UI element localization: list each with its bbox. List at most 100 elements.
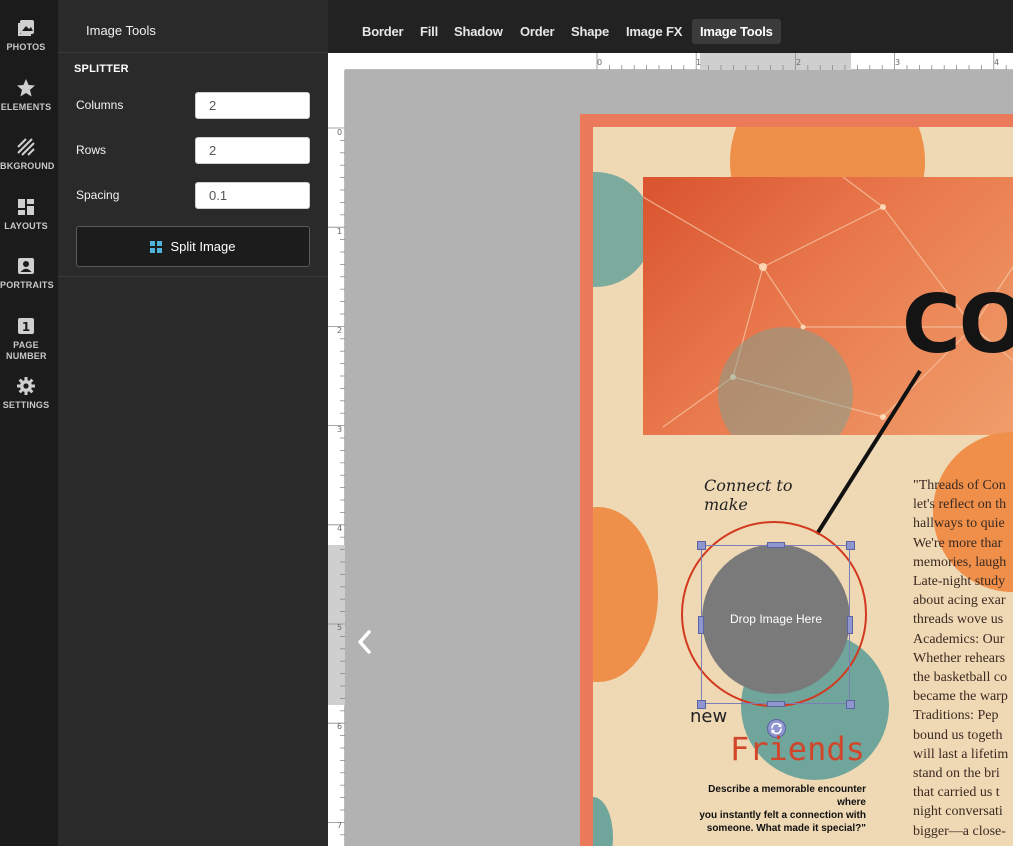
rail-label-layouts: LAYOUTS	[4, 221, 48, 231]
splitter-section-title: SPLITTER	[74, 63, 129, 75]
new-text[interactable]: new	[690, 706, 727, 727]
body-text-line: stand on the bri	[913, 766, 1000, 782]
columns-label: Columns	[76, 98, 124, 112]
tab-shadow[interactable]: Shadow	[446, 19, 511, 44]
rail-item-elements[interactable]: ELEMENTS	[0, 78, 52, 113]
star-icon	[17, 79, 35, 97]
body-text-line: night conversati	[913, 804, 1003, 820]
page-number-icon: 1	[18, 318, 34, 334]
svg-text:1: 1	[22, 320, 30, 334]
caption-line: Describe a memorable encounter where	[708, 784, 866, 808]
body-text-line: "Threads of Con	[913, 478, 1006, 493]
connect-text-line-2[interactable]: make	[704, 496, 748, 514]
body-text-line: Late-night study	[913, 574, 1006, 590]
decor-circle	[593, 797, 613, 846]
ruler-top-label: 3	[895, 58, 901, 67]
rail-label-page-number: PAGE NUMBER	[6, 340, 47, 361]
body-text-line: We're more thar	[913, 535, 1003, 551]
rail-label-elements: ELEMENTS	[0, 102, 52, 112]
ruler-top-label: 2	[796, 58, 802, 67]
top-toolbar: Border Fill Shadow Order Shape Image FX …	[328, 0, 1013, 53]
ruler-left-label: 6	[337, 722, 343, 731]
rail-item-page-number[interactable]: 1 PAGE NUMBER	[0, 316, 52, 362]
hero-title[interactable]: CO	[902, 285, 1013, 365]
body-text-line: hallways to quie	[913, 516, 1005, 532]
body-text-line: that carried us t	[913, 785, 1000, 801]
body-text-line: about acing exar	[913, 593, 1006, 609]
spacing-input[interactable]	[195, 182, 310, 209]
grid-icon	[150, 240, 163, 253]
tab-image-tools[interactable]: Image Tools	[692, 19, 781, 44]
rows-label: Rows	[76, 143, 107, 157]
tab-fill[interactable]: Fill	[412, 19, 446, 44]
body-text-block[interactable]: "Threads of Con let's reflect on th hallwa…	[913, 476, 1013, 841]
body-text-line: bound us togeth	[913, 727, 1003, 743]
app-root: PHOTOS ELEMENTS BKGROUND LAYOUTS PORTRAI…	[0, 0, 1013, 846]
ruler-top-label: 1	[696, 58, 702, 67]
decor-circle	[593, 507, 658, 682]
caption-line: you instantly felt a connection with	[699, 810, 866, 821]
ruler-top-label: 0	[597, 58, 603, 67]
ruler-top-selection	[700, 53, 851, 70]
ruler-left-label: 0	[337, 128, 343, 137]
image-tools-panel: Image Tools SPLITTER Columns Rows Spacin…	[58, 0, 328, 846]
resize-handle-bottom-right[interactable]	[846, 700, 855, 709]
tab-shape[interactable]: Shape	[563, 19, 617, 44]
resize-handle-right[interactable]	[847, 616, 853, 634]
body-text-line: became the warp	[913, 689, 1008, 705]
ruler-left-label: 7	[337, 821, 343, 830]
body-text-line: Academics: Our	[913, 631, 1005, 647]
friends-title[interactable]: Friends	[730, 730, 865, 768]
body-text-line: memories, laugh	[913, 554, 1007, 570]
rail-label-settings: SETTINGS	[2, 400, 50, 410]
previous-page-arrow-icon[interactable]	[354, 628, 376, 656]
caption-line: someone. What made it special?"	[706, 823, 866, 834]
ruler-left-label: 1	[337, 227, 343, 236]
resize-handle-bottom[interactable]	[767, 701, 785, 707]
layouts-icon	[18, 199, 34, 215]
ruler-corner	[328, 53, 345, 70]
rows-input[interactable]	[195, 137, 310, 164]
body-text-line: Traditions: Pep	[913, 708, 999, 724]
photos-icon	[18, 20, 34, 36]
left-rail: PHOTOS ELEMENTS BKGROUND LAYOUTS PORTRAI…	[0, 0, 58, 846]
body-text-line: let's reflect on th	[913, 497, 1007, 513]
body-text-line: bigger—a close-	[913, 823, 1006, 839]
body-text-line: threads wove us	[913, 612, 1004, 628]
tab-image-fx[interactable]: Image FX	[618, 19, 690, 44]
ruler-left-label: 5	[337, 623, 343, 632]
resize-handle-top[interactable]	[767, 542, 785, 548]
rail-item-background[interactable]: BKGROUND	[0, 137, 55, 172]
background-icon	[17, 138, 35, 156]
split-image-label: Split Image	[170, 239, 236, 254]
tab-border[interactable]: Border	[354, 19, 411, 44]
columns-input[interactable]	[195, 92, 310, 119]
body-text-line: Whether rehears	[913, 650, 1006, 666]
resize-handle-top-left[interactable]	[697, 541, 706, 550]
rail-label-portraits: PORTRAITS	[0, 280, 54, 290]
tab-order[interactable]: Order	[512, 19, 562, 44]
body-text-line: will last a lifetim	[913, 746, 1009, 762]
ruler-left-label: 4	[337, 524, 343, 533]
rail-item-layouts[interactable]: LAYOUTS	[0, 197, 52, 232]
split-image-button[interactable]: Split Image	[76, 226, 310, 267]
ruler-left-label: 3	[337, 425, 343, 434]
portrait-icon	[18, 258, 34, 274]
rail-item-settings[interactable]: SETTINGS	[0, 376, 52, 411]
body-text-line: the basketball co	[913, 670, 1008, 686]
connect-text-line-1[interactable]: Connect to	[704, 477, 793, 495]
gear-icon	[17, 377, 35, 395]
panel-header: Image Tools	[58, 0, 328, 53]
rail-item-portraits[interactable]: PORTRAITS	[0, 256, 54, 291]
ruler-left-label: 2	[337, 326, 343, 335]
resize-handle-left[interactable]	[698, 616, 704, 634]
caption-text[interactable]: Describe a memorable encounter where you…	[686, 783, 866, 835]
panel-title: Image Tools	[86, 23, 156, 38]
resize-handle-top-right[interactable]	[846, 541, 855, 550]
selection-box	[701, 545, 850, 704]
rail-label-background: BKGROUND	[0, 161, 55, 171]
spacing-label: Spacing	[76, 188, 120, 202]
rail-item-photos[interactable]: PHOTOS	[0, 18, 52, 53]
ruler-top-label: 4	[994, 58, 1000, 67]
rail-label-photos: PHOTOS	[6, 42, 46, 52]
